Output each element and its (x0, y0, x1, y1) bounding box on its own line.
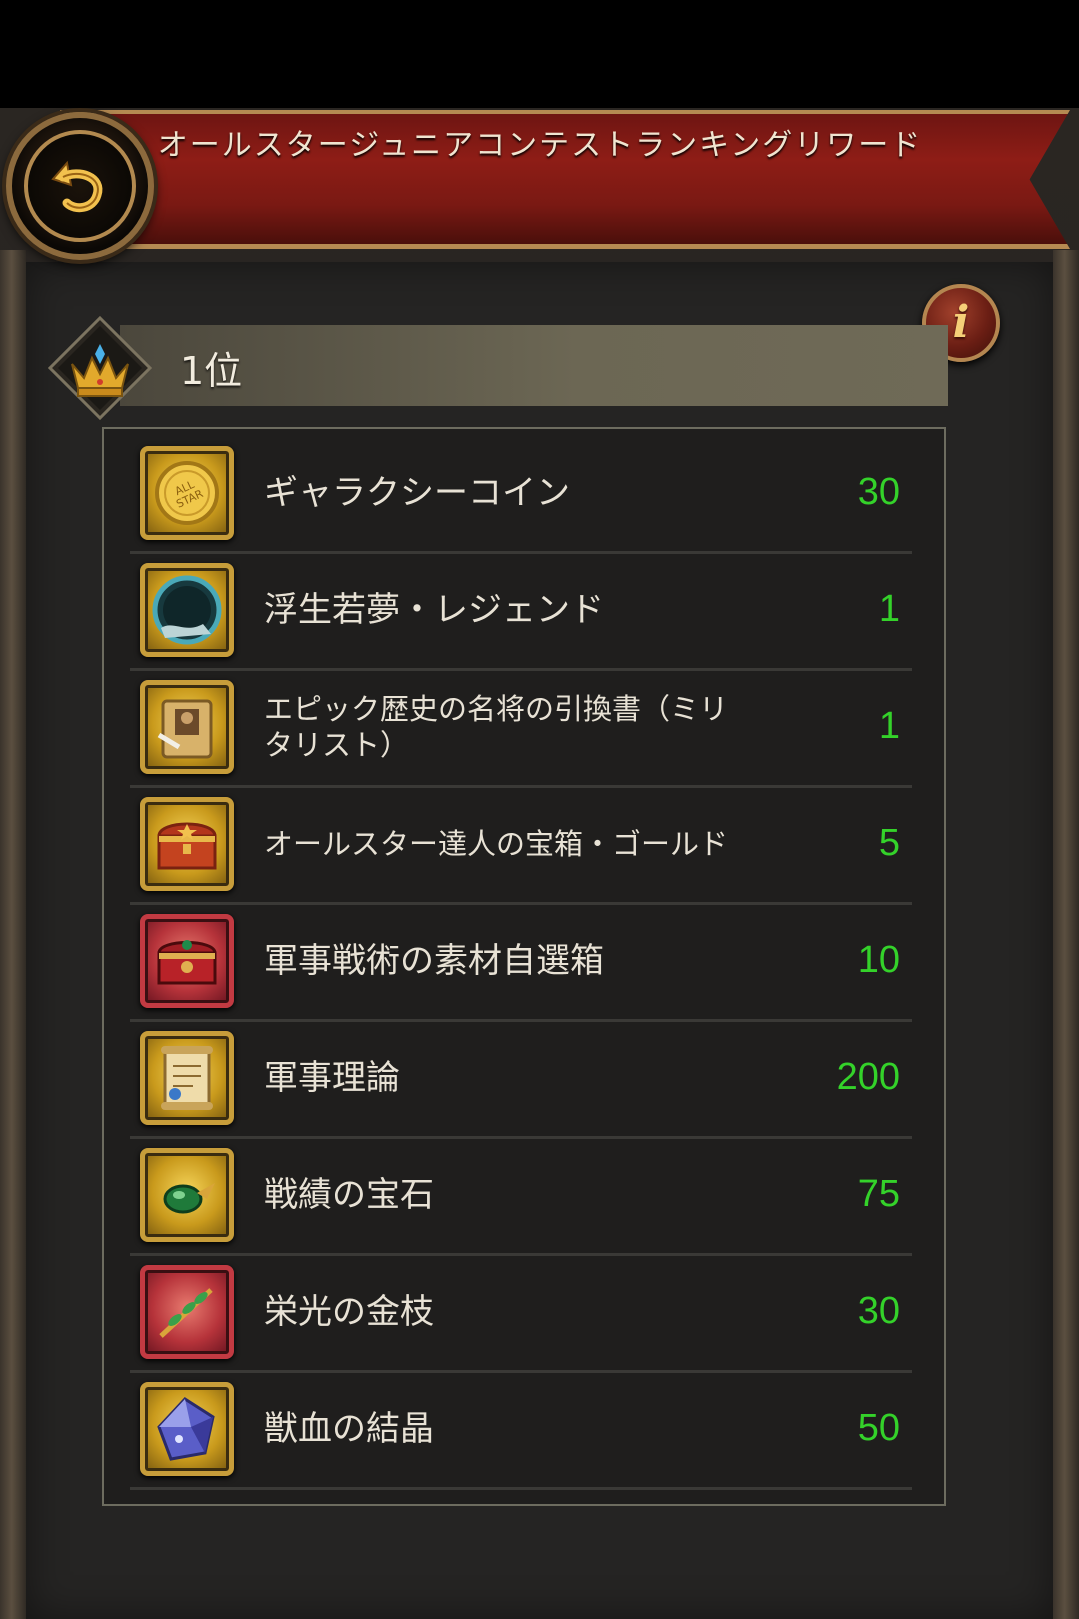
status-bar-area (0, 0, 1079, 110)
info-icon: i (952, 297, 970, 348)
item-name: 軍事理論 (264, 1057, 400, 1098)
item-quantity: 30 (857, 1290, 900, 1332)
golden-branch-icon[interactable] (140, 1265, 234, 1359)
reward-row: 獣血の結晶 50 (130, 1370, 912, 1490)
reward-row: エピック歴史の名将の引換書（ミリタリスト） 1 (130, 668, 912, 788)
reward-row: オールスター達人の宝箱・ゴールド 5 (130, 785, 912, 905)
scroll-portrait-icon[interactable] (140, 680, 234, 774)
green-gem-icon[interactable] (140, 1148, 234, 1242)
reward-row: ALL STAR ギャラクシーコイン 30 (130, 434, 912, 554)
reward-row: 浮生若夢・レジェンド 1 (130, 551, 912, 671)
item-name: ギャラクシーコイン (264, 472, 570, 513)
mirror-frame-icon[interactable] (140, 563, 234, 657)
reward-row: 軍事戦術の素材自選箱 10 (130, 902, 912, 1022)
item-name: 獣血の結晶 (264, 1408, 434, 1449)
item-quantity: 1 (878, 705, 900, 747)
item-name: 軍事戦術の素材自選箱 (264, 940, 604, 981)
left-pillar (0, 250, 26, 1619)
item-quantity: 200 (836, 1056, 900, 1098)
reward-row: 栄光の金枝 30 (130, 1253, 912, 1373)
item-quantity: 30 (857, 471, 900, 513)
reward-row: 戦績の宝石 75 (130, 1136, 912, 1256)
all-star-coin-icon[interactable]: ALL STAR (140, 446, 234, 540)
rank-header-bar (120, 325, 948, 406)
red-chest-icon[interactable] (140, 914, 234, 1008)
item-name: 戦績の宝石 (264, 1174, 434, 1215)
item-quantity: 75 (857, 1173, 900, 1215)
page-title: オールスタージュニアコンテストランキングリワード (157, 128, 923, 163)
crystal-icon[interactable] (140, 1382, 234, 1476)
back-button[interactable] (6, 112, 154, 260)
item-name: オールスター達人の宝箱・ゴールド (264, 826, 729, 861)
back-arrow-icon (51, 160, 103, 213)
item-name: エピック歴史の名将の引換書（ミリタリスト） (264, 691, 729, 762)
item-quantity: 5 (878, 822, 900, 864)
rank-label: 1位 (180, 349, 243, 393)
item-quantity: 10 (857, 939, 900, 981)
item-quantity: 50 (857, 1407, 900, 1449)
crown-icon (48, 316, 152, 420)
treasure-chest-icon[interactable] (140, 797, 234, 891)
item-name: 栄光の金枝 (264, 1291, 434, 1332)
reward-row: 軍事理論 200 (130, 1019, 912, 1139)
scroll-icon[interactable] (140, 1031, 234, 1125)
right-pillar (1053, 250, 1079, 1619)
item-quantity: 1 (878, 588, 900, 630)
item-name: 浮生若夢・レジェンド (264, 589, 604, 630)
